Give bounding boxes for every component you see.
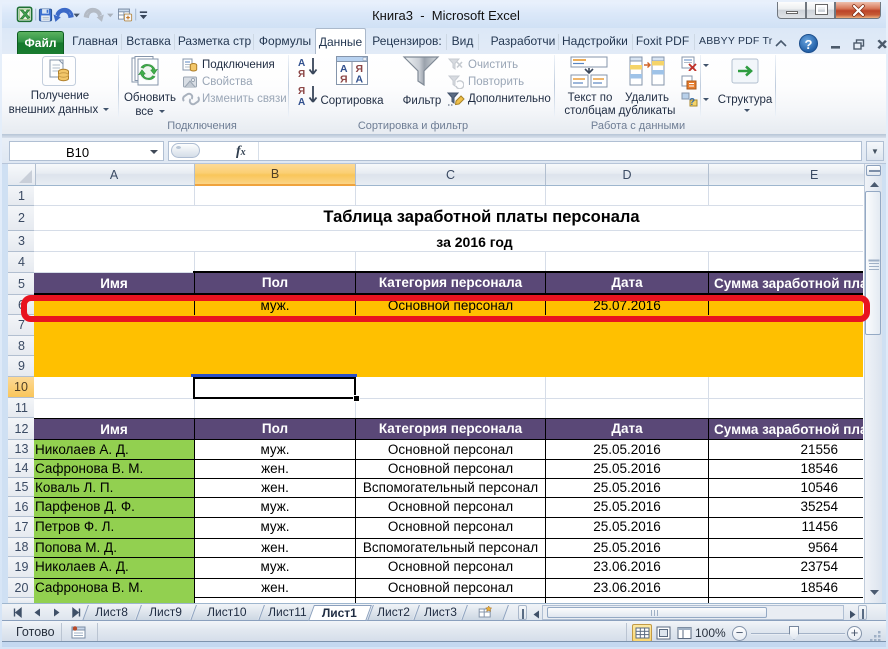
svg-text:Я: Я	[298, 86, 305, 97]
svg-text:?: ?	[689, 97, 695, 107]
svg-text:Я: Я	[340, 74, 348, 86]
svg-text:А: А	[356, 74, 364, 86]
svg-text:А: А	[298, 58, 305, 69]
svg-text:Я: Я	[298, 69, 305, 80]
svg-text:А: А	[298, 97, 305, 108]
